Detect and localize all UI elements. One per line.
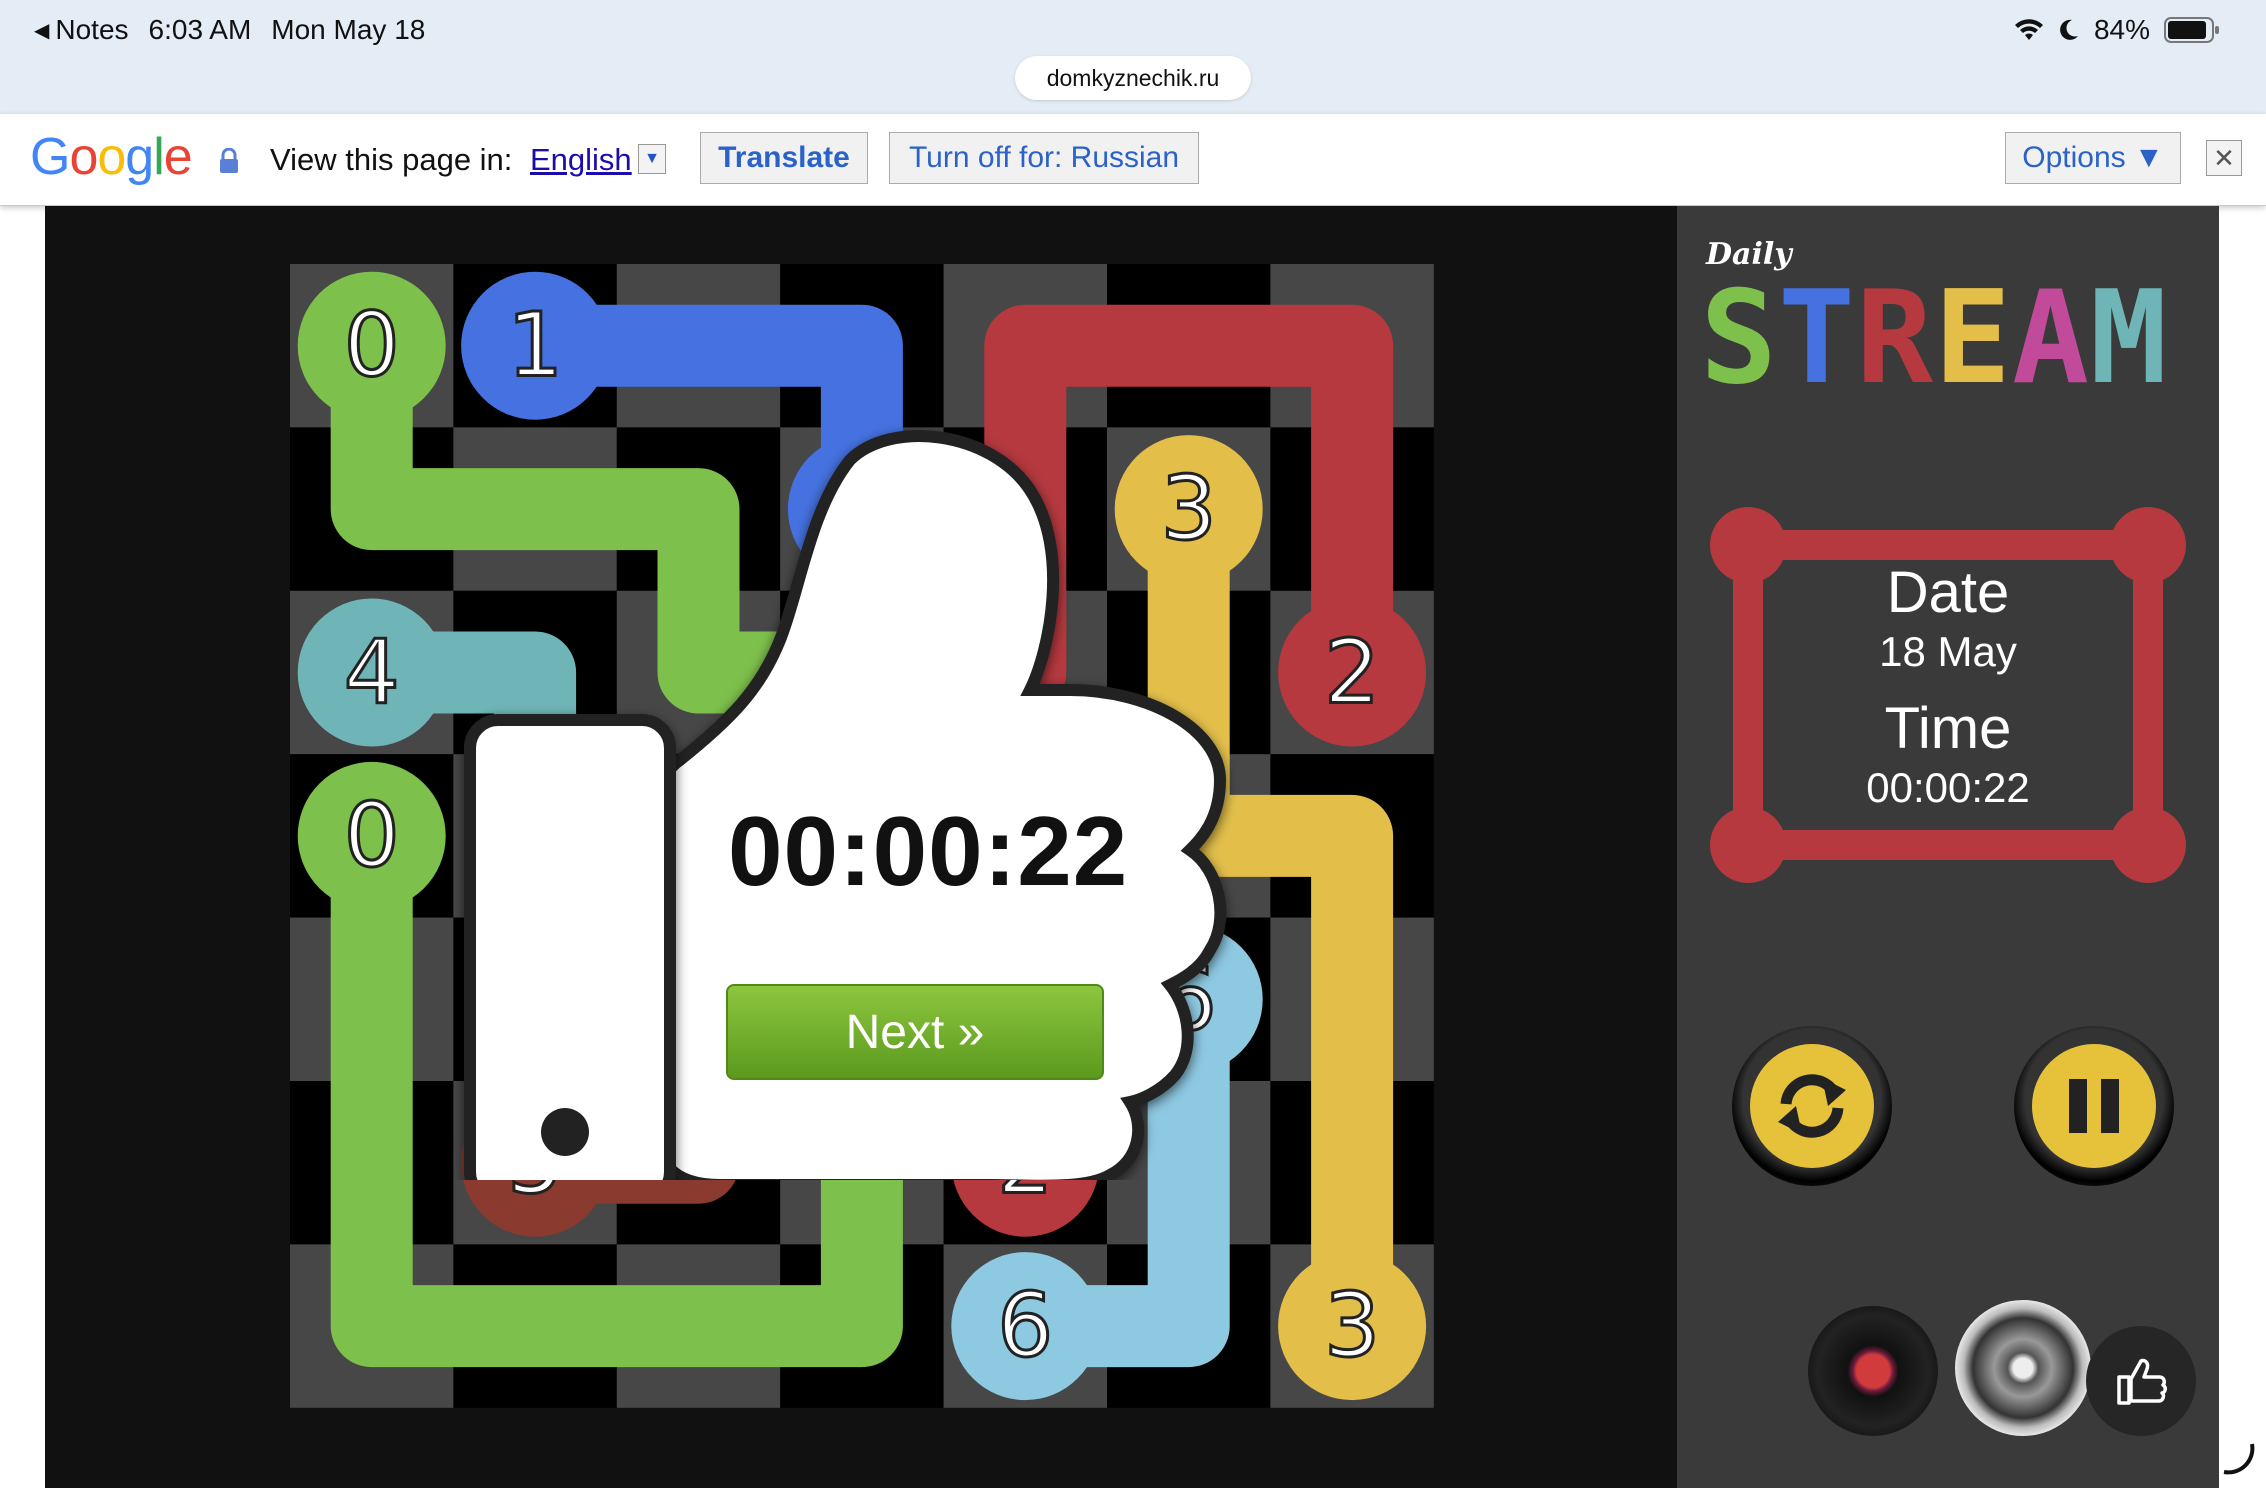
url-text: domkyznechik.ru bbox=[1046, 64, 1220, 91]
svg-text:T: T bbox=[1778, 264, 1855, 390]
endpoint-number: 2 bbox=[1324, 621, 1380, 724]
battery-icon bbox=[2164, 17, 2219, 43]
moon-icon bbox=[2060, 19, 2078, 40]
pause-icon bbox=[2069, 1079, 2119, 1133]
close-translate-bar-button[interactable]: ✕ bbox=[2206, 140, 2242, 176]
turn-off-button[interactable]: Turn off for: Russian bbox=[889, 132, 1199, 184]
refresh-icon bbox=[1778, 1074, 1846, 1138]
google-logo: Google bbox=[30, 128, 193, 186]
endpoint-number: 1 bbox=[507, 294, 563, 397]
lock-icon bbox=[220, 148, 238, 173]
language-dropdown-button[interactable]: ▼ bbox=[638, 144, 666, 174]
svg-text:R: R bbox=[1856, 264, 1934, 390]
translate-prompt: View this page in: bbox=[270, 142, 513, 177]
wifi-icon bbox=[2014, 19, 2043, 40]
time-heading: Time bbox=[1884, 696, 2012, 761]
endpoint-number: 0 bbox=[344, 294, 400, 397]
next-button-label: Next » bbox=[845, 1005, 985, 1059]
date-heading: Date bbox=[1886, 560, 2010, 625]
svg-text:M: M bbox=[2090, 264, 2167, 390]
endpoint-number: 3 bbox=[1324, 1274, 1380, 1377]
loading-arc-icon bbox=[2223, 1443, 2255, 1475]
url-bar[interactable]: domkyznechik.ru bbox=[1015, 56, 1251, 100]
status-left: ◀ Notes 6:03 AM Mon May 18 bbox=[34, 14, 425, 46]
status-bar: ◀ Notes 6:03 AM Mon May 18 84% domkyznec… bbox=[0, 0, 2266, 114]
close-icon: ✕ bbox=[2213, 142, 2235, 173]
turn-off-label: Turn off for: Russian bbox=[908, 141, 1180, 174]
translate-button[interactable]: Translate bbox=[700, 132, 868, 184]
dropdown-arrow-icon: ▼ bbox=[644, 150, 660, 167]
like-button[interactable] bbox=[2086, 1326, 2196, 1436]
svg-text:E: E bbox=[1934, 264, 2011, 390]
endpoint-number: 6 bbox=[997, 1274, 1053, 1377]
back-to-notes-button[interactable]: ◀ Notes bbox=[34, 14, 129, 46]
sound-toggle-button[interactable] bbox=[1955, 1300, 2091, 1436]
screen: ◀ Notes 6:03 AM Mon May 18 84% domkyznec… bbox=[0, 0, 2266, 1488]
status-right: 84% bbox=[2014, 14, 2220, 46]
endpoint-number: 4 bbox=[344, 621, 400, 724]
back-triangle-icon: ◀ bbox=[34, 19, 50, 42]
svg-text:S: S bbox=[1700, 264, 1777, 390]
music-toggle-button[interactable] bbox=[1808, 1306, 1938, 1436]
date-value: 18 May bbox=[1879, 628, 2017, 675]
options-label: Options ▼ bbox=[2022, 141, 2164, 174]
pause-button[interactable] bbox=[2014, 1026, 2174, 1186]
back-label: Notes bbox=[55, 14, 129, 45]
endpoint-number: 0 bbox=[344, 784, 400, 887]
options-button[interactable]: Options ▼ bbox=[2005, 132, 2181, 184]
info-panel: Date 18 May Time 00:00:22 bbox=[1748, 560, 2148, 814]
restart-button[interactable] bbox=[1732, 1026, 1892, 1186]
clock: 6:03 AM bbox=[148, 14, 252, 45]
battery-percent: 84% bbox=[2093, 14, 2150, 45]
date: Mon May 18 bbox=[271, 14, 426, 45]
svg-text:A: A bbox=[2012, 264, 2089, 390]
time-value: 00:00:22 bbox=[1866, 764, 2030, 811]
translate-button-label: Translate bbox=[718, 141, 850, 174]
thumbs-up-outline-icon bbox=[2117, 1358, 2167, 1405]
completion-time: 00:00:22 bbox=[728, 796, 1129, 906]
next-button[interactable]: Next » bbox=[726, 984, 1104, 1080]
language-link[interactable]: English bbox=[530, 142, 632, 178]
google-translate-bar: Google View this page in: English ▼ Tran… bbox=[0, 114, 2266, 206]
daily-stream-logo: Daily S T R E A M bbox=[1700, 237, 2167, 390]
